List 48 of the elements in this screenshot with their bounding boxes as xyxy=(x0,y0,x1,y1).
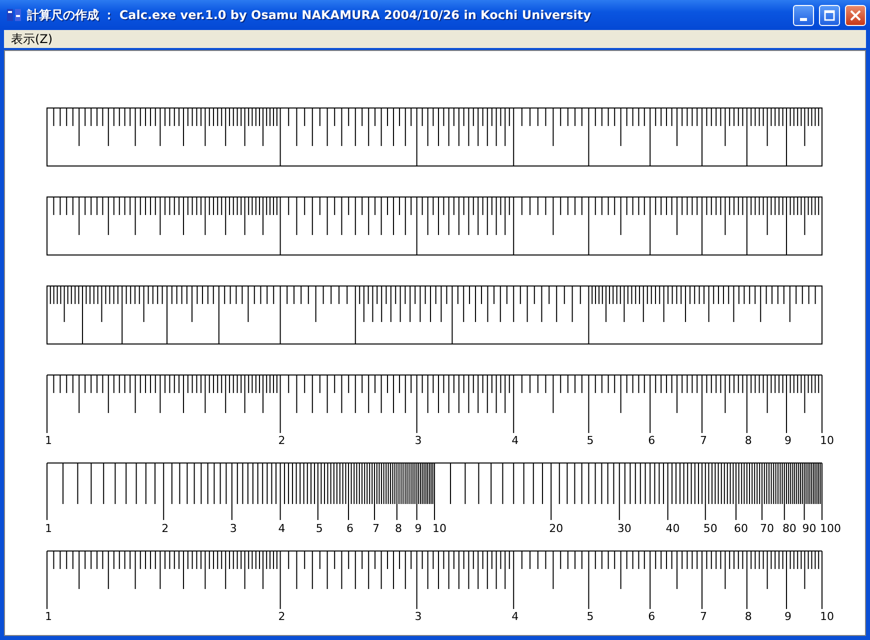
scale-label: 30 xyxy=(617,522,632,535)
scale-label: 90 xyxy=(802,522,816,535)
close-button[interactable] xyxy=(845,4,866,26)
scale-label: 5 xyxy=(586,610,594,623)
close-icon xyxy=(850,10,861,20)
scale-label: 6 xyxy=(648,610,656,623)
window-title: 計算尺の作成 ： Calc.exe ver.1.0 by Osamu NAKAMURA 2004/10/26 in Kochi University xyxy=(27,6,592,24)
scale-label: 100 xyxy=(820,522,841,535)
scale-label: 2 xyxy=(278,610,286,623)
scale-label: 7 xyxy=(372,522,380,535)
scale-label: 7 xyxy=(700,434,707,447)
scale-label: 3 xyxy=(414,434,422,447)
scale-label: 8 xyxy=(394,522,402,535)
scale-label: 8 xyxy=(744,610,752,623)
app-icon xyxy=(6,7,22,23)
scale-label: 1 xyxy=(45,610,52,623)
scale-label: 4 xyxy=(278,522,286,535)
scale-label: 70 xyxy=(760,522,774,535)
scale-label: 2 xyxy=(278,434,286,447)
scale-label: 80 xyxy=(782,522,796,535)
scale-label: 2 xyxy=(162,522,169,535)
scale-label: 9 xyxy=(784,610,792,623)
minimize-icon xyxy=(800,18,807,20)
scale-label: 10 xyxy=(820,434,834,447)
scale-label: 10 xyxy=(820,610,834,623)
scale-label: 3 xyxy=(230,522,237,535)
scale-label: 8 xyxy=(744,434,752,447)
scale-label: 7 xyxy=(700,610,707,623)
maximize-icon xyxy=(824,10,835,20)
scale-label: 6 xyxy=(648,434,656,447)
scale-label: 4 xyxy=(512,610,519,623)
scale-label: 5 xyxy=(316,522,323,535)
scale-label: 60 xyxy=(734,522,748,535)
menu-item[interactable]: 表示(Z) xyxy=(8,30,56,48)
scale-label: 10 xyxy=(432,522,446,535)
scale-label: 50 xyxy=(703,522,718,535)
maximize-button[interactable] xyxy=(819,4,840,26)
scale-label: 9 xyxy=(784,434,792,447)
scale-label: 1 xyxy=(45,434,52,447)
scale-label: 4 xyxy=(512,434,519,447)
scale-label: 5 xyxy=(586,434,594,447)
scale-label: 9 xyxy=(414,522,422,535)
scale-label: 6 xyxy=(346,522,354,535)
scale-label: 1 xyxy=(45,522,52,535)
scale-label: 40 xyxy=(666,522,680,535)
minimize-button[interactable] xyxy=(793,4,814,26)
scale-label: 3 xyxy=(414,610,422,623)
scale-label: 20 xyxy=(549,522,564,535)
